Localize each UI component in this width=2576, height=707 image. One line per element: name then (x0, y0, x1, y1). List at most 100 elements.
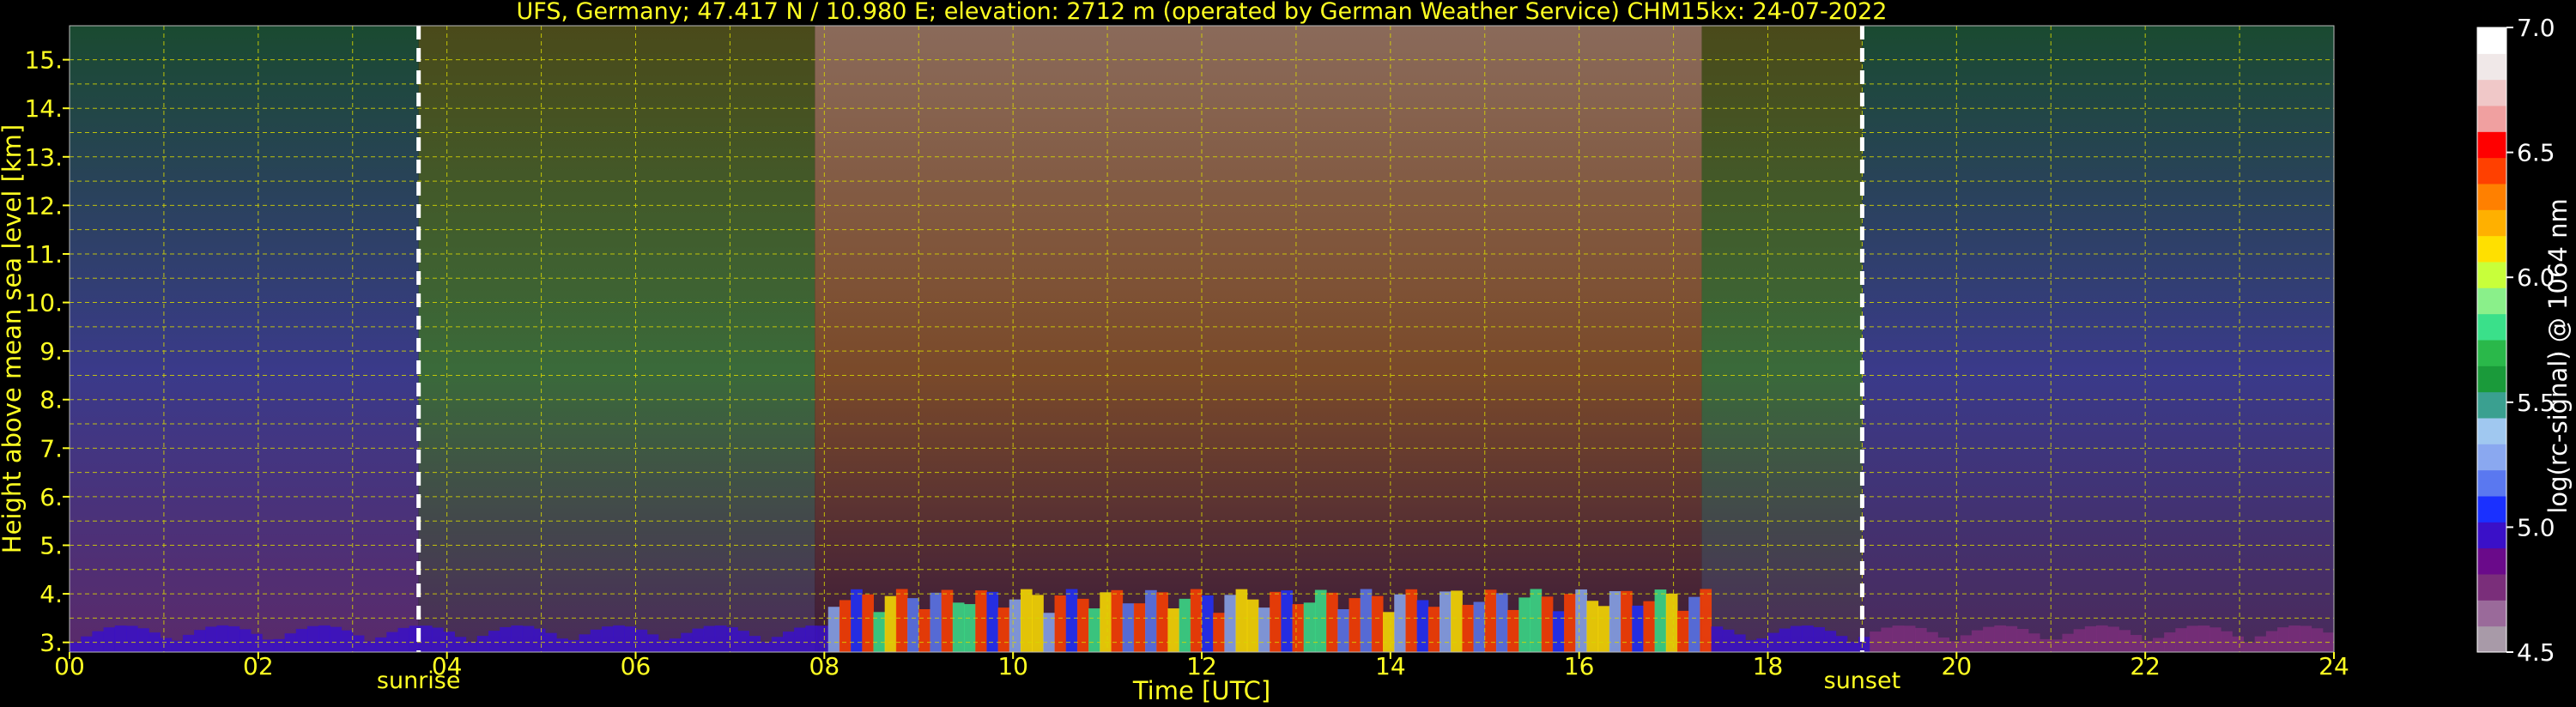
boundary-layer-column (952, 602, 965, 652)
boundary-layer-column (930, 592, 943, 652)
boundary-layer-column (1903, 625, 1916, 652)
boundary-layer-column (454, 637, 467, 652)
boundary-layer-column (92, 631, 105, 652)
boundary-layer-column (1156, 592, 1168, 652)
boundary-layer-column (1202, 595, 1214, 652)
boundary-layer-column (522, 625, 535, 652)
heatmap-band (70, 26, 419, 652)
boundary-layer-column (2051, 639, 2063, 652)
boundary-layer-column (2186, 625, 2199, 652)
boundary-layer-column (1349, 598, 1361, 652)
boundary-layer-column (352, 635, 365, 652)
boundary-layer-column (1621, 590, 1633, 652)
boundary-layer-column (1597, 606, 1610, 652)
y-axis-label: Height above mean sea level [km] (0, 124, 27, 553)
boundary-layer-column (1416, 600, 1429, 652)
boundary-layer-column (918, 608, 930, 652)
boundary-layer-column (137, 628, 149, 652)
boundary-layer-column (1994, 625, 2006, 652)
boundary-layer-column (533, 628, 546, 652)
boundary-layer-column (964, 604, 976, 652)
boundary-layer-column (1846, 642, 1859, 652)
boundary-layer-column (579, 634, 591, 652)
boundary-layer-column (590, 629, 603, 652)
boundary-layer-column (907, 598, 919, 652)
boundary-layer-column (1122, 603, 1135, 652)
y-tick-label: 10. (24, 289, 63, 317)
boundary-layer-column (476, 636, 489, 652)
boundary-layer-column (182, 634, 195, 652)
boundary-layer-column (1213, 613, 1225, 652)
boundary-layer-column (1518, 597, 1531, 652)
boundary-layer-column (556, 638, 568, 652)
colorbar-tick-label: 4.5 (2517, 638, 2555, 667)
colorbar-segment (2477, 340, 2506, 366)
boundary-layer-column (749, 636, 761, 652)
boundary-layer-column (1451, 590, 1463, 652)
boundary-layer-column (997, 607, 1010, 652)
y-tick-label: 11. (24, 240, 63, 269)
colorbar-segment (2477, 418, 2506, 444)
boundary-layer-column (827, 607, 840, 652)
colorbar-tick-label: 7.0 (2517, 14, 2555, 42)
boundary-layer-column (2118, 630, 2131, 652)
boundary-layer-column (1246, 599, 1259, 652)
colorbar-segment (2477, 600, 2506, 627)
boundary-layer-column (1722, 629, 1735, 652)
boundary-layer-column (635, 629, 648, 652)
boundary-layer-column (692, 628, 705, 652)
colorbar-segment (2477, 496, 2506, 523)
colorbar-segment (2477, 262, 2506, 288)
colorbar-segment (2477, 366, 2506, 393)
colorbar-segment (2477, 444, 2506, 471)
boundary-layer-column (1541, 596, 1554, 652)
boundary-layer-column (805, 625, 818, 652)
boundary-layer-column (2130, 635, 2143, 652)
y-tick-label: 8. (39, 386, 63, 414)
boundary-layer-column (1779, 628, 1791, 652)
boundary-layer-column (1179, 598, 1191, 652)
boundary-layer-column (1043, 613, 1056, 652)
colorbar-segment (2477, 184, 2506, 210)
boundary-layer-column (1326, 592, 1338, 652)
colorbar-tick-label: 5.0 (2517, 513, 2555, 541)
boundary-layer-column (1756, 638, 1768, 652)
boundary-layer-column (70, 642, 82, 652)
boundary-layer-column (1133, 603, 1146, 652)
boundary-layer-column (737, 631, 749, 652)
boundary-layer-column (397, 627, 410, 652)
boundary-layer-column (488, 631, 500, 652)
boundary-layer-column (1088, 608, 1100, 652)
boundary-layer-column (103, 627, 116, 652)
boundary-layer-column (2005, 625, 2018, 652)
x-axis-label: Time [UTC] (1132, 676, 1270, 705)
boundary-layer-column (262, 639, 274, 652)
boundary-layer-column (726, 626, 738, 652)
boundary-layer-column (567, 640, 580, 652)
boundary-layer-column (125, 625, 138, 652)
boundary-layer-column (2232, 636, 2244, 652)
boundary-layer-column (1824, 631, 1837, 652)
boundary-layer-column (2040, 638, 2052, 652)
boundary-layer-column (2254, 636, 2267, 652)
boundary-layer-column (1802, 625, 1814, 652)
boundary-layer-column (2084, 625, 2097, 652)
boundary-layer-column (1292, 604, 1305, 652)
boundary-layer-column (1835, 636, 1848, 652)
boundary-layer-column (670, 638, 682, 652)
boundary-layer-column (1054, 595, 1067, 652)
boundary-layer-column (782, 631, 795, 652)
boundary-layer-column (227, 625, 240, 652)
boundary-layer-column (839, 600, 852, 652)
boundary-layer-column (160, 638, 173, 652)
boundary-layer-column (500, 626, 512, 652)
colorbar-segment (2477, 391, 2506, 419)
boundary-layer-column (884, 595, 897, 652)
boundary-layer-column (771, 637, 784, 652)
boundary-layer-column (432, 627, 444, 652)
lidar-quicklook-figure: sunrise sunset UFS, Germany; 47.417 N / 1… (0, 0, 2576, 707)
boundary-layer-column (1960, 635, 1973, 652)
y-tick-label: 7. (39, 434, 63, 462)
boundary-layer-column (1937, 638, 1950, 652)
boundary-layer-column (2073, 629, 2086, 652)
